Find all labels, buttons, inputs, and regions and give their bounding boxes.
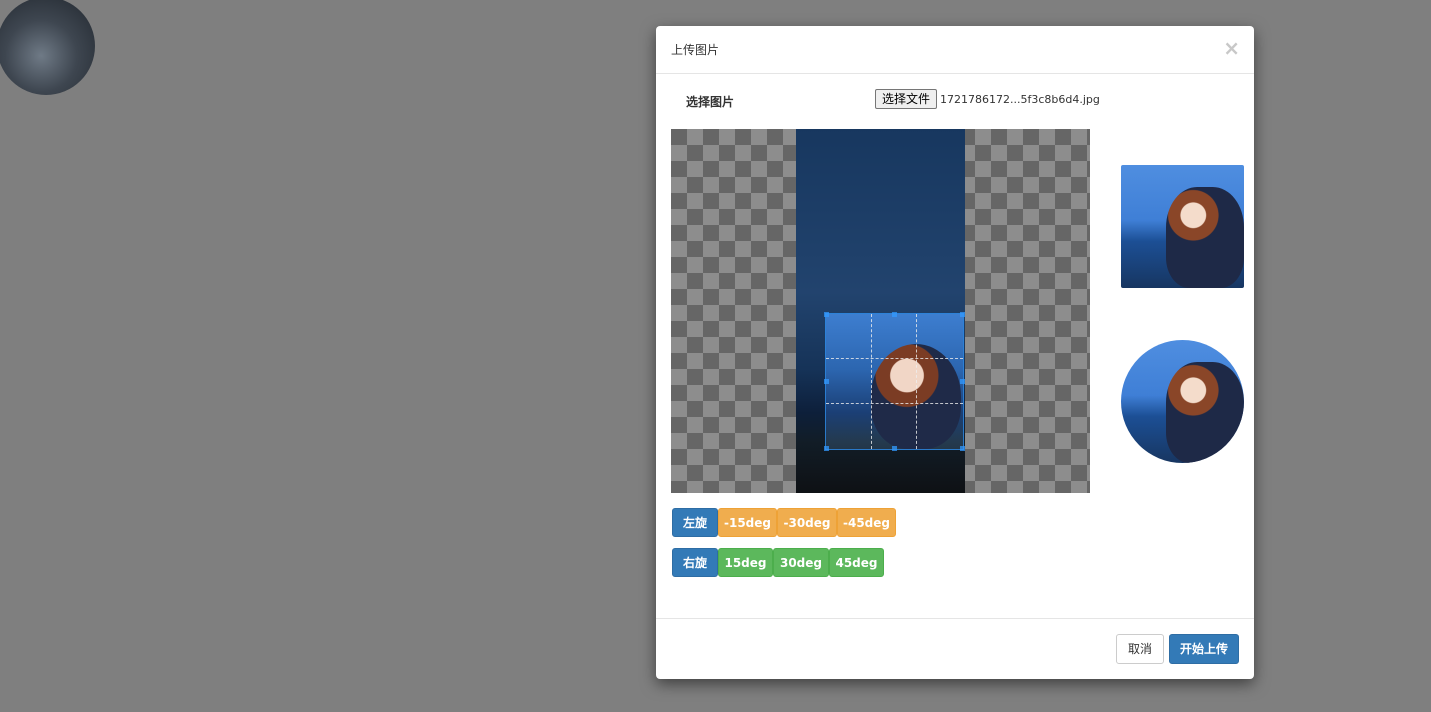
crop-guide-v2: [916, 314, 917, 449]
rotate-minus-45-button[interactable]: -45deg: [837, 508, 896, 537]
preview-subject: [1166, 362, 1244, 463]
file-select-row: 选择图片 选择文件 1721786172...5f3c8b6d4.jpg: [656, 89, 1254, 111]
crop-handle-n[interactable]: [892, 312, 897, 317]
rotate-45-button[interactable]: 45deg: [829, 548, 884, 577]
choose-file-button[interactable]: 选择文件: [875, 89, 938, 109]
modal-title: 上传图片: [671, 43, 720, 57]
crop-guide-v1: [871, 314, 872, 449]
rotate-15-button[interactable]: 15deg: [718, 548, 773, 577]
rotate-left-button[interactable]: 左旋: [672, 508, 718, 537]
close-icon[interactable]: ×: [1223, 37, 1240, 59]
rotate-minus-15-button[interactable]: -15deg: [718, 508, 777, 537]
cancel-button[interactable]: 取消: [1116, 634, 1164, 664]
avatar[interactable]: [0, 0, 95, 95]
image-cropper[interactable]: [671, 129, 1090, 493]
start-upload-button[interactable]: 开始上传: [1169, 634, 1239, 664]
rotate-minus-30-button[interactable]: -30deg: [777, 508, 837, 537]
crop-handle-nw[interactable]: [824, 312, 829, 317]
upload-image-modal: 上传图片 × 选择图片 选择文件 1721786172...5f3c8b6d4.…: [656, 26, 1254, 679]
crop-handle-ne[interactable]: [960, 312, 965, 317]
crop-guide-h2: [826, 403, 963, 404]
modal-header: 上传图片 ×: [656, 26, 1254, 74]
crop-handle-w[interactable]: [824, 379, 829, 384]
crop-handle-sw[interactable]: [824, 446, 829, 451]
rotate-right-button[interactable]: 右旋: [672, 548, 718, 577]
crop-handle-se[interactable]: [960, 446, 965, 451]
modal-footer: 取消 开始上传: [656, 618, 1254, 680]
selected-file-name: 1721786172...5f3c8b6d4.jpg: [940, 93, 1100, 106]
crop-handle-s[interactable]: [892, 446, 897, 451]
preview-circle: [1121, 340, 1244, 463]
crop-handle-e[interactable]: [960, 379, 965, 384]
preview-subject: [1166, 187, 1244, 288]
preview-square: [1121, 165, 1244, 288]
rotate-30-button[interactable]: 30deg: [773, 548, 829, 577]
crop-guide-h1: [826, 358, 963, 359]
crop-box[interactable]: [825, 313, 964, 450]
file-select-label: 选择图片: [686, 95, 735, 109]
